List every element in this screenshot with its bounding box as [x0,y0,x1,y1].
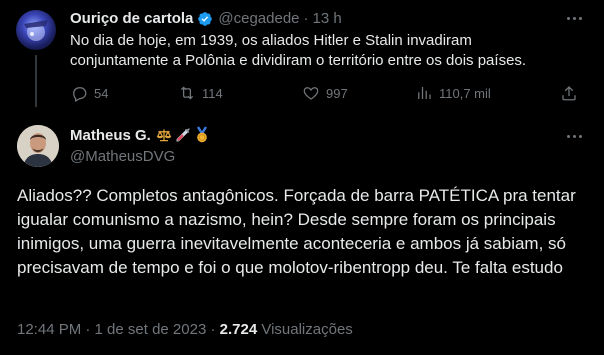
main-timestamp[interactable]: 12:44 PM · 1 de set de 2023 · [17,321,220,338]
like-button[interactable]: 997 [302,84,348,102]
main-meta: 12:44 PM · 1 de set de 2023 · 2.724 Visu… [17,321,353,338]
main-avatar-art [17,125,59,167]
retweet-icon [180,86,194,100]
main-handle[interactable]: @MatheusDVG [70,148,175,165]
thread-line [35,55,37,107]
like-count: 997 [326,85,348,101]
parent-avatar[interactable] [16,10,56,50]
main-text: Aliados?? Completos antagônicos. Forçada… [17,186,576,277]
syringe-emoji [175,127,191,143]
parent-text: No dia de hoje, em 1939, os aliados Hitl… [70,32,527,69]
main-header: Matheus G. [70,126,210,144]
share-button[interactable] [560,84,578,102]
main-avatar[interactable] [17,125,59,167]
parent-tweet[interactable]: Ouriço de cartola @cegadede · 13 h No di… [0,0,604,112]
retweet-button[interactable]: 114 [178,84,223,102]
verified-icon [197,11,213,27]
main-views-label: Visualizações [257,321,353,338]
parent-display-name[interactable]: Ouriço de cartola [70,10,193,27]
medal-emoji [194,126,210,144]
parent-avatar-art [24,20,48,41]
analytics-icon [418,87,431,99]
main-display-name[interactable]: Matheus G. [70,127,151,144]
parent-time[interactable]: 13 h [313,10,342,27]
parent-handle[interactable]: @cegadede [218,10,299,27]
share-icon [562,86,576,101]
main-more-icon[interactable] [567,135,582,138]
main-tweet: Matheus G. @MatheusDVG Aliados?? Complet… [0,112,604,355]
heart-icon [303,87,319,100]
parent-header: Ouriço de cartola @cegadede · 13 h [70,10,342,27]
retweet-count: 114 [202,85,223,101]
views-count: 110,7 mil [439,85,491,101]
reply-button[interactable]: 54 [70,84,108,102]
scales-emoji [156,127,172,143]
separator-dot: · [303,10,309,27]
parent-more-icon[interactable] [567,17,582,20]
reply-icon [73,87,87,102]
main-views-count: 2.724 [219,321,258,338]
views-button[interactable]: 110,7 mil [415,84,491,102]
reply-count: 54 [94,85,109,101]
